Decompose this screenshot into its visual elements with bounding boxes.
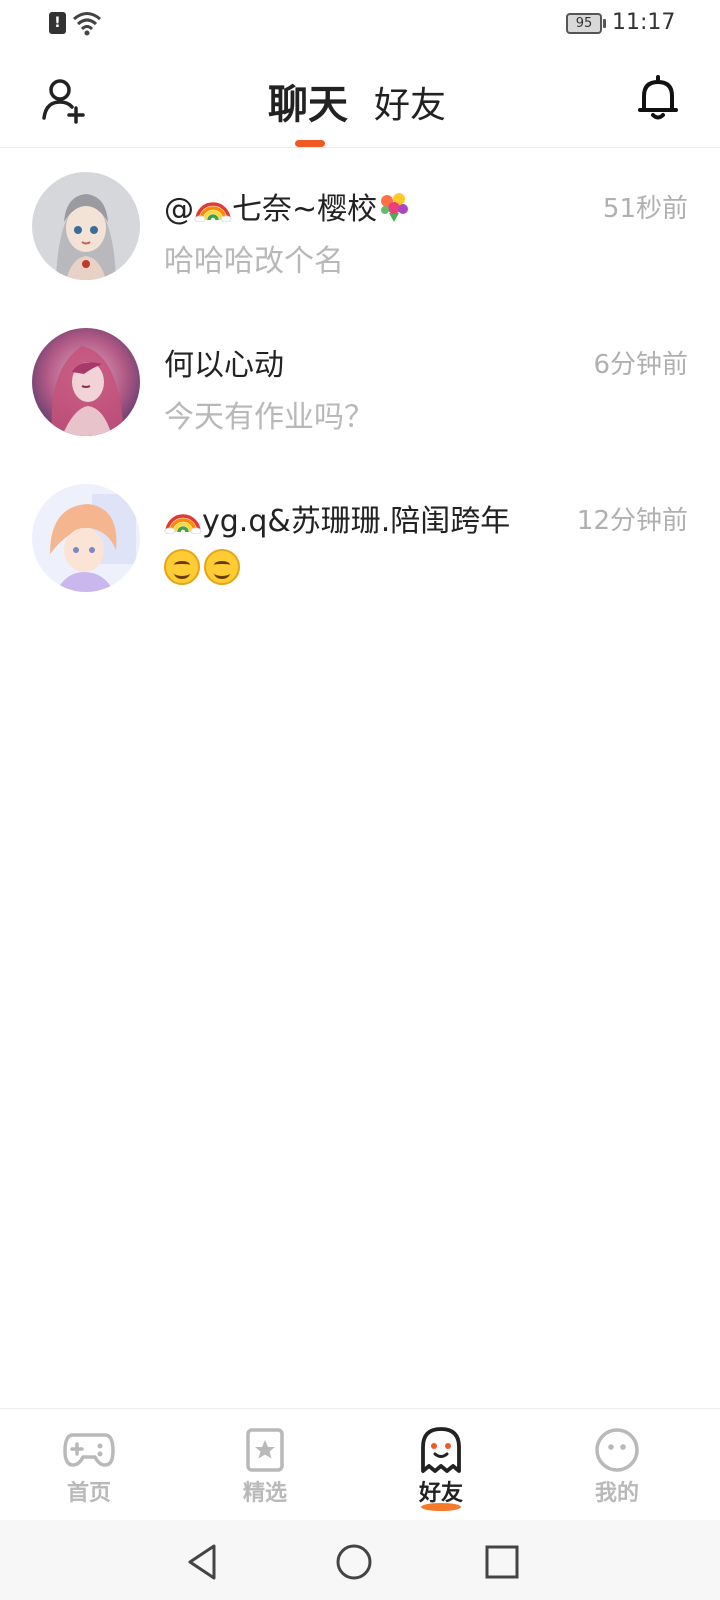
name-main: yg.q&苏珊珊.陪闺跨年: [202, 504, 511, 539]
home-icon[interactable]: [334, 1542, 374, 1582]
chat-list: @ 七奈~樱校 51秒前 哈哈哈改个名 何以心动 6分钟前 今天有作业吗？ yg…: [0, 150, 720, 618]
nav-home[interactable]: 首页: [19, 1409, 159, 1521]
chat-item[interactable]: 何以心动 6分钟前 今天有作业吗？: [0, 306, 720, 462]
chat-name: 何以心动: [164, 348, 284, 383]
face-icon: [595, 1428, 639, 1472]
name-main: 七奈~樱校: [232, 192, 378, 227]
chat-screen: ! 95 11:17 聊天 好友 @ 七奈~樱校 51秒前 哈哈哈改个名 何以心…: [0, 0, 720, 1600]
active-tab-indicator: [295, 140, 325, 147]
nav-label: 我的: [594, 1481, 639, 1506]
gamepad-icon: [63, 1433, 115, 1467]
active-nav-indicator: [421, 1503, 461, 1511]
bottom-nav: 首页 精选 好友 我的: [0, 1408, 720, 1520]
nav-friends[interactable]: 好友: [371, 1409, 511, 1521]
top-header: 聊天 好友: [0, 48, 720, 148]
add-friend-icon[interactable]: [40, 76, 88, 124]
avatar[interactable]: [32, 172, 140, 280]
bouquet-emoji-icon: [381, 193, 409, 222]
chat-time: 12分钟前: [576, 506, 688, 536]
battery-indicator: 95: [566, 13, 602, 34]
back-icon[interactable]: [184, 1542, 224, 1582]
chat-item[interactable]: yg.q&苏珊珊.陪闺跨年 12分钟前: [0, 462, 720, 618]
chat-preview: 哈哈哈改个名: [164, 244, 344, 279]
avatar[interactable]: [32, 484, 140, 592]
smiling-face-icon: [164, 548, 200, 585]
chat-name: @ 七奈~樱校: [164, 184, 411, 228]
rainbow-emoji-icon: [164, 514, 202, 534]
system-nav-bar: [0, 1520, 720, 1600]
name-prefix: @: [164, 192, 194, 227]
tab-friends[interactable]: 好友: [374, 76, 446, 128]
battery-tip: [603, 19, 606, 28]
wifi-icon: [73, 12, 101, 36]
chat-time: 6分钟前: [593, 350, 688, 380]
nav-me[interactable]: 我的: [547, 1409, 687, 1521]
nav-label: 精选: [242, 1481, 287, 1506]
chat-preview: [164, 548, 244, 585]
clock: 11:17: [612, 10, 676, 35]
chat-item[interactable]: @ 七奈~樱校 51秒前 哈哈哈改个名: [0, 150, 720, 306]
status-bar: ! 95 11:17: [0, 0, 720, 48]
alert-icon: !: [49, 12, 66, 34]
nav-label: 首页: [66, 1481, 111, 1506]
tab-chat[interactable]: 聊天: [268, 72, 348, 130]
ghost-icon: [421, 1427, 461, 1473]
nav-featured[interactable]: 精选: [195, 1409, 335, 1521]
chat-time: 51秒前: [602, 194, 688, 224]
chat-name: yg.q&苏珊珊.陪闺跨年: [164, 496, 510, 540]
smiling-face-icon: [204, 548, 240, 585]
recents-icon[interactable]: [482, 1542, 522, 1582]
star-card-icon: [246, 1428, 284, 1472]
chat-preview: 今天有作业吗？: [164, 400, 374, 435]
rainbow-emoji-icon: [194, 202, 232, 222]
avatar[interactable]: [32, 328, 140, 436]
bell-icon[interactable]: [636, 74, 680, 122]
